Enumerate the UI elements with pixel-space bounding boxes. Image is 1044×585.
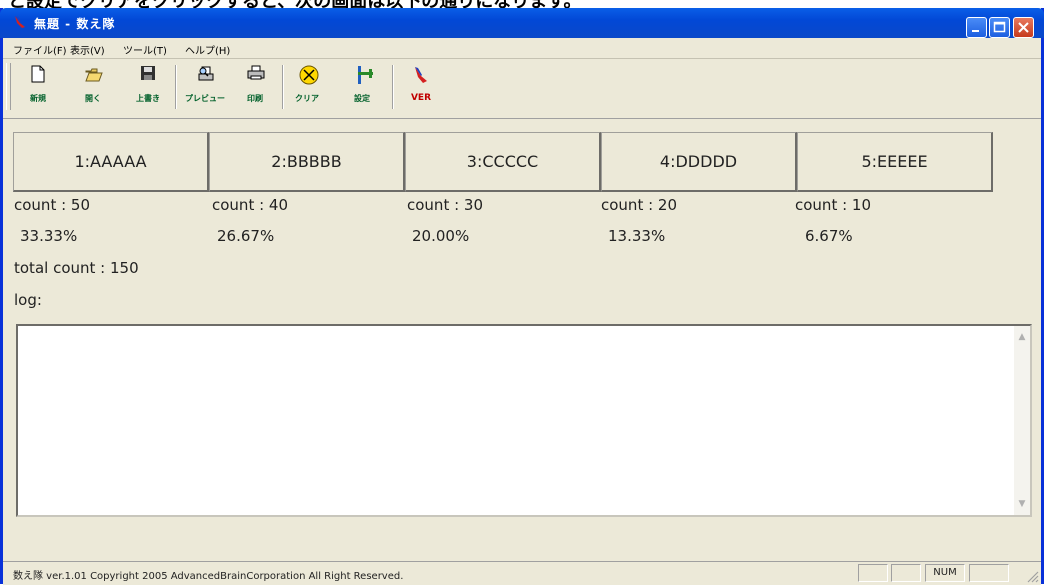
toolbar-settings-button[interactable]: 設定 [342,63,382,111]
status-copyright: 数え隊 ver.1.01 Copyright 2005 AdvancedBrai… [13,571,404,582]
maximize-icon [993,21,1006,33]
category-button-5[interactable]: 5:EEEEE [797,132,993,192]
category-button-3[interactable]: 3:CCCCC [405,132,601,192]
menu-view[interactable]: 表示(V) [70,42,105,57]
open-folder-icon [85,68,103,82]
category-button-1[interactable]: 1:AAAAA [13,132,209,192]
status-pane-empty [969,564,1009,582]
close-button[interactable] [1013,17,1034,38]
toolbar-new-button[interactable]: 新規 [18,63,58,111]
toolbar-clear-button[interactable]: クリア [287,63,327,111]
category-5-count: count : 10 [795,196,871,214]
minimize-button[interactable] [966,17,987,38]
category-3-count: count : 30 [407,196,483,214]
save-disk-icon [141,66,155,80]
toolbar-separator [175,65,177,109]
menu-help[interactable]: ヘルプ(H) [185,42,230,57]
toolbar-save-label: 上書き [136,94,160,103]
status-pane-empty [858,564,888,582]
toolbar: 新規 開く 上書き プレビュー 印刷 クリア 設定 VER [3,59,1041,119]
menu-tools[interactable]: ツール(T) [123,42,167,57]
toolbar-settings-label: 設定 [354,94,370,103]
scroll-up-arrow-icon[interactable]: ▲ [1016,331,1028,343]
toolbar-version-label: VER [410,93,432,103]
category-1-percent: 33.33% [20,227,78,245]
app-icon [15,16,25,28]
toolbar-separator [392,65,394,109]
category-4-count: count : 20 [601,196,677,214]
toolbar-open-label: 開く [85,94,101,103]
toolbar-save-button[interactable]: 上書き [128,63,168,111]
title-bar: 無題 - 数え隊 [0,8,1044,38]
category-4-percent: 13.33% [608,227,666,245]
log-scrollbar[interactable]: ▲ ▼ [1014,326,1030,515]
clear-circle-icon [299,65,319,85]
status-pane-empty [891,564,921,582]
toolbar-grip [6,63,11,110]
category-button-4[interactable]: 4:DDDDD [601,132,797,192]
category-2-count: count : 40 [212,196,288,214]
category-2-percent: 26.67% [217,227,275,245]
printer-icon [247,65,265,80]
toolbar-new-label: 新規 [30,94,46,103]
print-preview-icon [198,66,214,81]
page-caption: と設定でクリアをクリックすると、次の画面は以下の通りになります。 [0,0,1044,8]
minimize-icon [972,30,979,32]
settings-icon [358,66,373,84]
resize-grip-icon[interactable] [1025,569,1039,583]
total-count: total count : 150 [14,259,139,277]
toolbar-preview-label: プレビュー [185,94,225,103]
menu-file[interactable]: ファイル(F) [13,42,67,57]
toolbar-print-button[interactable]: 印刷 [235,63,275,111]
close-icon [1018,22,1029,33]
main-panel: 1:AAAAA 2:BBBBB 3:CCCCC 4:DDDDD 5:EEEEE … [3,119,1041,561]
category-3-percent: 20.00% [412,227,470,245]
status-bar: 数え隊 ver.1.01 Copyright 2005 AdvancedBrai… [3,561,1041,585]
category-1-count: count : 50 [14,196,90,214]
window-title: 無題 - 数え隊 [34,17,116,31]
toolbar-clear-label: クリア [295,94,319,103]
category-button-2[interactable]: 2:BBBBB [209,132,405,192]
log-textarea[interactable]: ▲ ▼ [16,324,1032,517]
category-5-percent: 6.67% [805,227,853,245]
version-icon [415,67,427,83]
toolbar-preview-button[interactable]: プレビュー [185,63,225,111]
toolbar-print-label: 印刷 [247,94,263,103]
menu-bar: ファイル(F) 表示(V) ツール(T) ヘルプ(H) [3,38,1041,59]
maximize-button[interactable] [989,17,1010,38]
toolbar-version-button[interactable]: VER [401,63,441,111]
toolbar-open-button[interactable]: 開く [73,63,113,111]
log-label: log: [14,291,42,309]
status-num-indicator: NUM [925,564,965,582]
new-document-icon [31,65,45,83]
scroll-down-arrow-icon[interactable]: ▼ [1016,498,1028,510]
toolbar-separator [282,65,284,109]
